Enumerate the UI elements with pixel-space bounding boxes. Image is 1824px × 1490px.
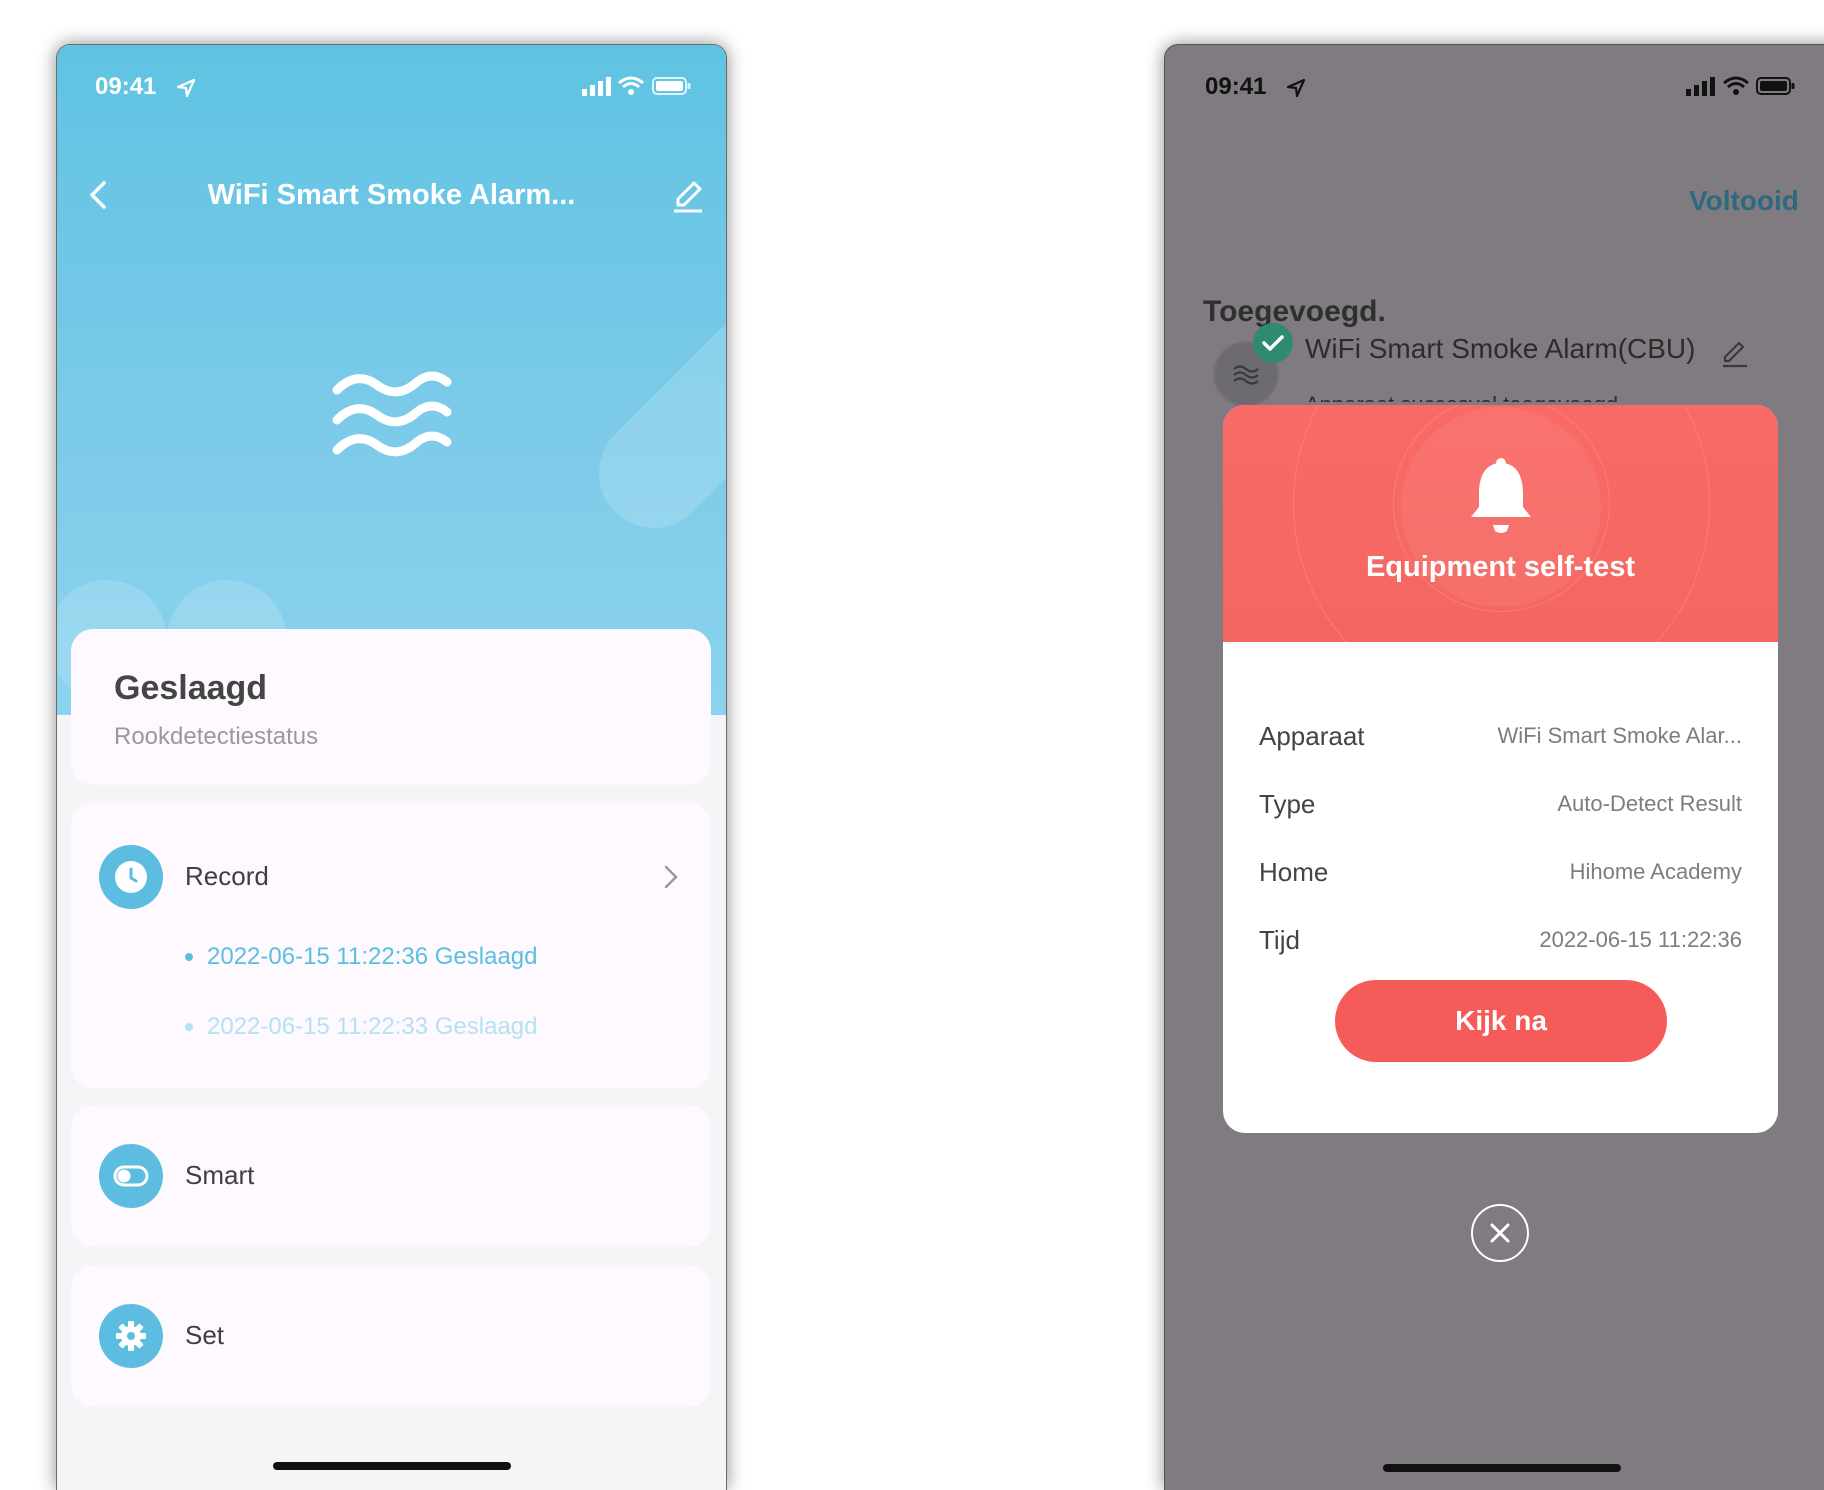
- info-key: Type: [1259, 789, 1316, 819]
- set-label: Set: [185, 1320, 225, 1350]
- phone-alert-screen: 09:41 Voltooid Toegevoegd. WiFi Smart Sm…: [1164, 44, 1824, 1490]
- close-icon: [1490, 1223, 1510, 1243]
- info-value: Hihome Academy: [1569, 859, 1742, 884]
- info-key: Apparaat: [1259, 721, 1365, 751]
- info-row-home: Home Hihome Academy: [1259, 857, 1742, 897]
- edit-pencil-icon[interactable]: [668, 175, 708, 215]
- check-now-button[interactable]: Kijk na: [1335, 980, 1667, 1062]
- page-title: WiFi Smart Smoke Alarm...: [207, 179, 576, 211]
- status-time: 09:41: [1205, 73, 1267, 100]
- record-entry-text: 2022-06-15 11:22:33 Geslaagd: [207, 1013, 538, 1040]
- home-indicator[interactable]: [1383, 1464, 1621, 1472]
- edit-pencil-icon[interactable]: [1719, 337, 1751, 369]
- device-subtitle: Apparaat succesvol toegevoegd: [1305, 392, 1618, 402]
- record-entry[interactable]: 2022-06-15 11:22:33 Geslaagd: [185, 1013, 537, 1041]
- info-value: Auto-Detect Result: [1557, 791, 1742, 816]
- status-time: 09:41: [95, 73, 157, 100]
- detection-status-card: Geslaagd Rookdetectiestatus: [71, 629, 711, 785]
- smart-label: Smart: [185, 1160, 255, 1190]
- smart-row[interactable]: Smart: [71, 1105, 711, 1247]
- bullet-dot: [185, 1023, 193, 1031]
- status-icons: [1685, 75, 1796, 103]
- info-value: WiFi Smart Smoke Alar...: [1497, 723, 1743, 748]
- info-row-time: Tijd 2022-06-15 11:22:36: [1259, 925, 1742, 965]
- info-row-device: Apparaat WiFi Smart Smoke Alar...: [1259, 721, 1742, 761]
- done-button[interactable]: Voltooid: [1689, 185, 1799, 217]
- modal-header: Equipment self-test: [1223, 405, 1778, 642]
- status-bar: 09:41: [95, 71, 692, 107]
- bullet-dot: [185, 953, 193, 961]
- record-icon-bg: [99, 845, 163, 909]
- hero-decoration: [576, 289, 726, 551]
- clock-icon: [115, 861, 147, 893]
- record-card[interactable]: Record 2022-06-15 11:22:36 Geslaagd 2022…: [71, 803, 711, 1088]
- battery-icon: [1756, 77, 1795, 95]
- info-key: Tijd: [1259, 925, 1300, 955]
- info-row-type: Type Auto-Detect Result: [1259, 789, 1742, 829]
- info-value: 2022-06-15 11:22:36: [1539, 927, 1742, 952]
- record-label: Record: [185, 861, 269, 891]
- status-icons: [581, 75, 692, 103]
- smart-icon-bg: [99, 1144, 163, 1208]
- status-bar: 09:41: [1205, 71, 1824, 107]
- checkmark-glyph: [1262, 335, 1284, 351]
- smoke-waves-icon: [332, 371, 452, 457]
- set-icon-bg: [99, 1304, 163, 1368]
- device-name: WiFi Smart Smoke Alarm(CBU): [1305, 333, 1696, 364]
- set-row[interactable]: Set: [71, 1265, 711, 1407]
- info-key: Home: [1259, 857, 1329, 887]
- wifi-icon: [1722, 76, 1749, 95]
- location-arrow-icon: [1286, 78, 1306, 98]
- home-indicator[interactable]: [273, 1462, 511, 1470]
- location-arrow-icon: [176, 78, 196, 98]
- check-icon: [1253, 323, 1293, 363]
- record-entry-text: 2022-06-15 11:22:36 Geslaagd: [207, 943, 538, 970]
- bell-icon: [1471, 458, 1531, 533]
- gear-icon: [116, 1321, 146, 1351]
- modal-title: Equipment self-test: [1365, 551, 1636, 583]
- signal-icon: [1686, 77, 1715, 96]
- signal-icon: [581, 77, 611, 96]
- wifi-icon: [618, 76, 645, 95]
- close-modal-button[interactable]: [1471, 1204, 1529, 1262]
- record-entry[interactable]: 2022-06-15 11:22:36 Geslaagd: [185, 943, 537, 971]
- top-nav: WiFi Smart Smoke Alarm...: [57, 165, 726, 225]
- self-test-alert-modal: Equipment self-test Apparaat WiFi Smart …: [1223, 405, 1778, 1133]
- chevron-right-icon[interactable]: [661, 863, 681, 891]
- status-title: Geslaagd: [114, 669, 268, 707]
- toggle-icon: [113, 1165, 149, 1187]
- added-heading: Toegevoegd.: [1203, 295, 1386, 328]
- hero-banner: 09:41 WiFi Smart Smoke Alarm...: [57, 45, 726, 715]
- phone-device-screen: 09:41 WiFi Smart Smoke Alarm... Geslaagd…: [56, 44, 727, 1490]
- battery-icon: [652, 77, 691, 95]
- status-subtitle: Rookdetectiestatus: [114, 723, 319, 750]
